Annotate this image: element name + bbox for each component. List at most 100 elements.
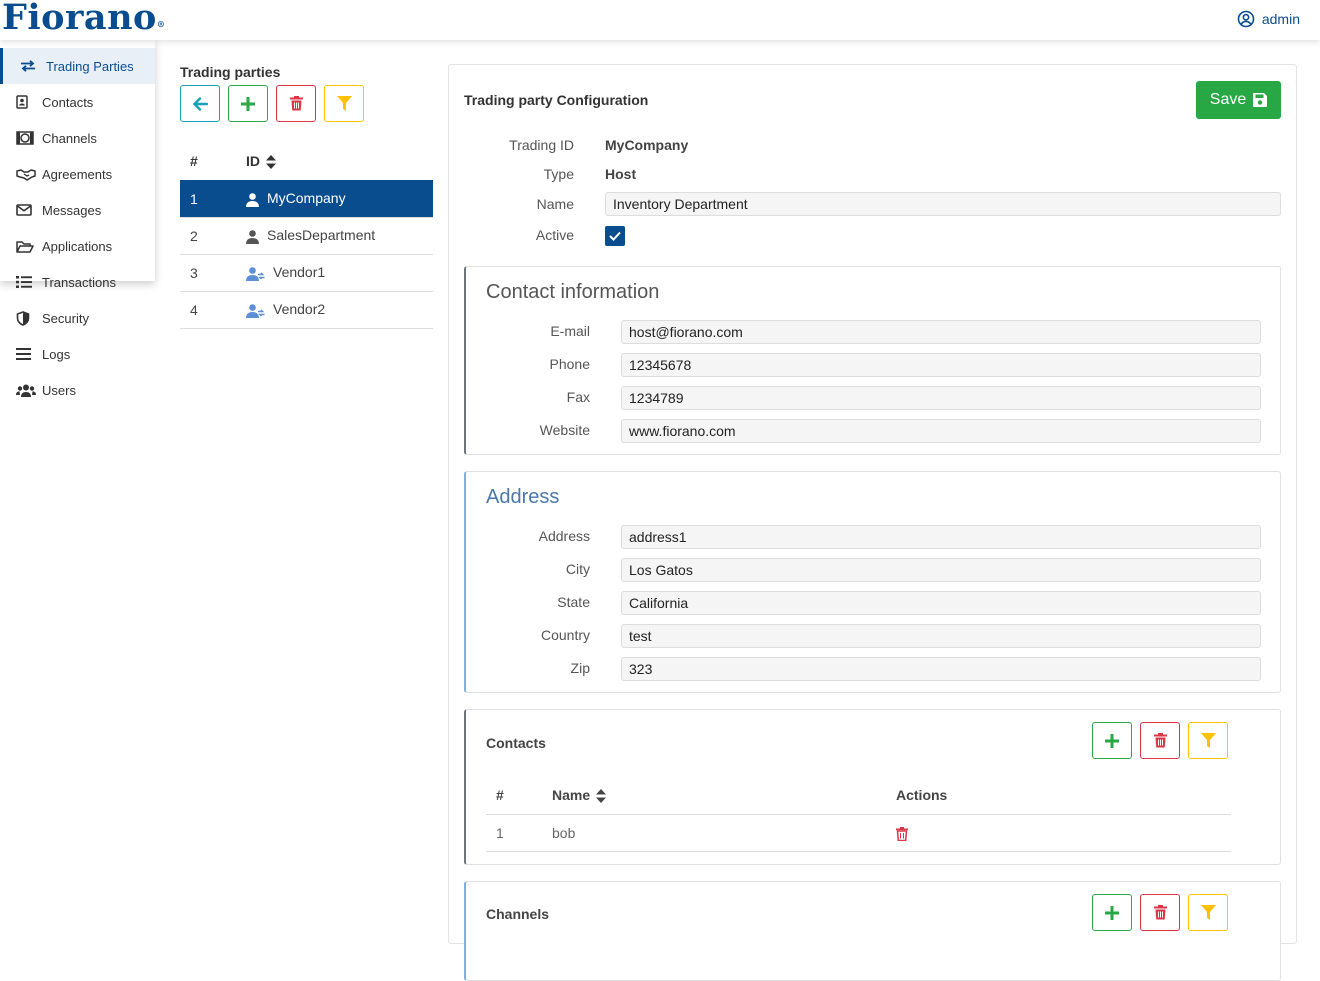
sidebar-item-users[interactable]: Users bbox=[0, 372, 155, 408]
sidebar-item-label: Messages bbox=[42, 202, 102, 218]
table-header-row: # Name Actions bbox=[486, 776, 1231, 815]
trading-id-label: Trading ID bbox=[509, 137, 574, 153]
sidebar-item-applications[interactable]: Applications bbox=[0, 228, 155, 264]
sidebar-item-label: Security bbox=[42, 310, 89, 326]
trash-icon bbox=[1153, 905, 1167, 920]
save-button[interactable]: Save bbox=[1196, 81, 1281, 119]
filter-contacts-button[interactable] bbox=[1188, 722, 1228, 759]
bars-icon bbox=[16, 348, 36, 360]
channels-card: Channels bbox=[464, 881, 1281, 981]
trading-parties-toolbar bbox=[180, 85, 433, 122]
city-label: City bbox=[565, 561, 590, 577]
table-row[interactable]: 1 bob bbox=[486, 814, 1231, 852]
table-row[interactable]: 1 MyCompany bbox=[180, 179, 433, 217]
fax-label: Fax bbox=[566, 389, 590, 405]
sidebar-item-label: Agreements bbox=[42, 166, 113, 182]
filter-icon bbox=[1200, 733, 1216, 748]
sidebar-item-security[interactable]: Security bbox=[0, 300, 155, 336]
contact-information-card: Contact information E-mail host@fiorano.… bbox=[464, 266, 1281, 455]
delete-trading-party-button[interactable] bbox=[276, 85, 316, 122]
sidebar-item-transactions[interactable]: Transactions bbox=[0, 264, 155, 300]
zip-label: Zip bbox=[570, 660, 590, 676]
address-card: Address Address address1 City Los Gatos … bbox=[464, 471, 1281, 693]
sidebar-item-label: Applications bbox=[42, 238, 113, 254]
table-row[interactable]: 4 Vendor2 bbox=[180, 290, 433, 329]
active-checkbox[interactable] bbox=[605, 226, 625, 246]
sidebar-item-label: Logs bbox=[42, 346, 71, 362]
website-label: Website bbox=[539, 422, 590, 438]
table-row[interactable]: 3 Vendor1 bbox=[180, 253, 433, 291]
contact-card-icon bbox=[16, 95, 36, 109]
sidebar-item-label: Channels bbox=[42, 130, 97, 146]
users-icon bbox=[16, 384, 36, 397]
country-label: Country bbox=[540, 627, 590, 643]
user-circle-icon bbox=[1237, 10, 1255, 28]
contacts-title: Contacts bbox=[486, 735, 546, 751]
name-field[interactable]: Inventory Department bbox=[605, 192, 1281, 216]
email-label: E-mail bbox=[550, 323, 590, 339]
column-header-name[interactable]: Name bbox=[552, 776, 896, 815]
user-icon bbox=[246, 229, 259, 244]
add-contact-button[interactable] bbox=[1092, 722, 1132, 759]
state-label: State bbox=[557, 594, 590, 610]
add-channel-button[interactable] bbox=[1092, 894, 1132, 931]
row-num: 4 bbox=[180, 290, 246, 329]
exchange-icon bbox=[20, 60, 40, 72]
channels-title: Channels bbox=[486, 906, 550, 922]
sidebar-item-agreements[interactable]: Agreements bbox=[0, 156, 155, 192]
sidebar-item-label: Users bbox=[42, 382, 76, 398]
sort-icon bbox=[596, 788, 607, 803]
fax-field[interactable]: 1234789 bbox=[621, 386, 1261, 410]
sidebar-item-contacts[interactable]: Contacts bbox=[0, 84, 155, 120]
sidebar: Trading Parties Contacts Channels Agreem… bbox=[0, 48, 155, 408]
state-field[interactable]: California bbox=[621, 591, 1261, 615]
fiorano-logo[interactable]: Fiorano® bbox=[2, 0, 165, 38]
trash-icon bbox=[1153, 733, 1167, 748]
add-trading-party-button[interactable] bbox=[228, 85, 268, 122]
sidebar-item-label: Trading Parties bbox=[46, 58, 134, 74]
website-field[interactable]: www.fiorano.com bbox=[621, 419, 1261, 443]
plus-icon bbox=[241, 96, 255, 111]
sidebar-item-messages[interactable]: Messages bbox=[0, 192, 155, 228]
column-header-id[interactable]: ID bbox=[246, 142, 433, 180]
name-label: Name bbox=[536, 196, 574, 212]
delete-row-trash-icon[interactable] bbox=[896, 826, 908, 841]
configuration-panel: Trading party Configuration Save Trading… bbox=[448, 64, 1297, 981]
zip-field[interactable]: 323 bbox=[621, 657, 1261, 681]
contacts-toolbar bbox=[1092, 722, 1228, 759]
trading-parties-title: Trading parties bbox=[180, 64, 281, 80]
sidebar-item-trading-parties[interactable]: Trading Parties bbox=[0, 48, 155, 84]
table-row[interactable]: 2 SalesDepartment bbox=[180, 216, 433, 254]
email-field[interactable]: host@fiorano.com bbox=[621, 320, 1261, 344]
delete-channel-button[interactable] bbox=[1140, 894, 1180, 931]
user-menu[interactable]: admin bbox=[1237, 10, 1300, 28]
country-field[interactable]: test bbox=[621, 624, 1261, 648]
filter-icon bbox=[1200, 905, 1216, 920]
save-button-label: Save bbox=[1209, 91, 1247, 108]
city-field[interactable]: Los Gatos bbox=[621, 558, 1261, 582]
arrow-left-icon bbox=[192, 96, 208, 111]
contacts-card: Contacts # Name Actions 1 bob bbox=[464, 709, 1281, 865]
phone-field[interactable]: 12345678 bbox=[621, 353, 1261, 377]
delete-contact-button[interactable] bbox=[1140, 722, 1180, 759]
address-field[interactable]: address1 bbox=[621, 525, 1261, 549]
plus-icon bbox=[1105, 905, 1119, 920]
back-button[interactable] bbox=[180, 85, 220, 122]
filter-trading-parties-button[interactable] bbox=[324, 85, 364, 122]
sidebar-item-logs[interactable]: Logs bbox=[0, 336, 155, 372]
filter-channels-button[interactable] bbox=[1188, 894, 1228, 931]
top-bar: Fiorano® admin bbox=[0, 0, 1320, 40]
folder-open-icon bbox=[16, 240, 36, 253]
sidebar-item-label: Contacts bbox=[42, 94, 94, 110]
registered-mark: ® bbox=[156, 19, 166, 29]
row-name: bob bbox=[552, 814, 896, 852]
sidebar-item-channels[interactable]: Channels bbox=[0, 120, 155, 156]
table-header-row: # ID bbox=[180, 142, 433, 180]
column-header-actions: Actions bbox=[896, 776, 1231, 815]
user-share-icon bbox=[246, 266, 265, 281]
address-label: Address bbox=[538, 528, 590, 544]
trading-parties-table: # ID 1 MyCompany 2 SalesDepartment 3 Ven… bbox=[180, 142, 433, 329]
trading-id-text: MyCompany bbox=[605, 137, 689, 153]
contacts-table: # Name Actions 1 bob bbox=[486, 776, 1231, 852]
sort-icon bbox=[266, 154, 276, 169]
